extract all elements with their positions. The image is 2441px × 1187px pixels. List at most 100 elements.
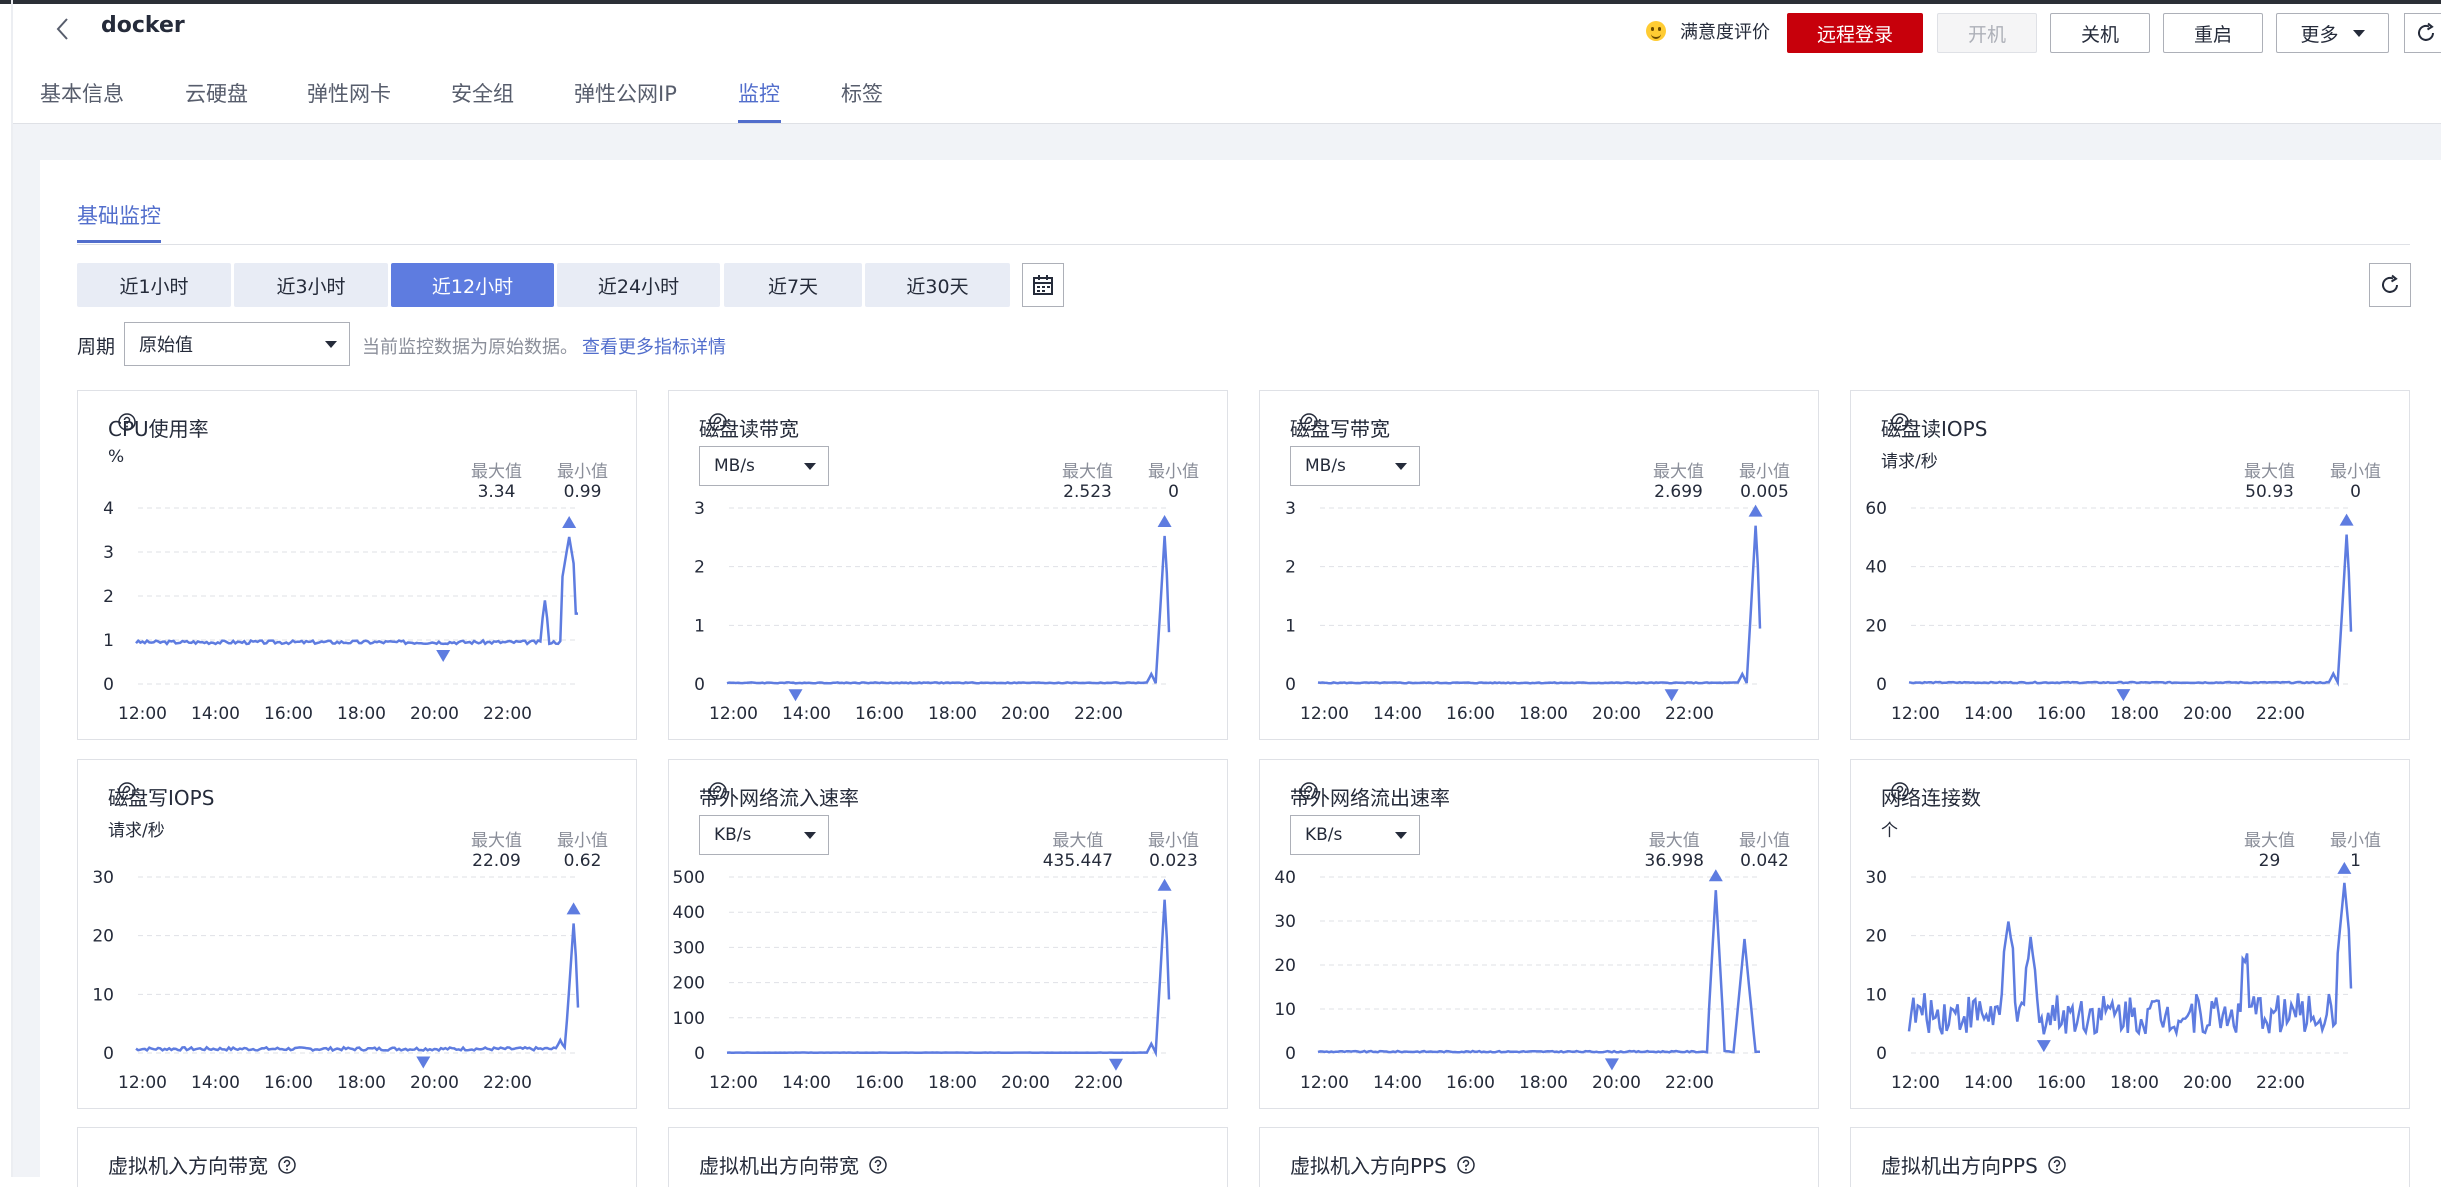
min-marker: [436, 649, 451, 662]
y-tick-label: 10: [1274, 1000, 1296, 1020]
chevron-down-icon: [2352, 29, 2365, 37]
x-tick-label: 18:00: [1519, 1073, 1568, 1093]
panel-title-text: 虚拟机入方向带宽: [108, 1154, 268, 1178]
panel-title-text: 虚拟机入方向PPS: [1290, 1154, 1447, 1178]
back-arrow-icon[interactable]: [52, 15, 76, 43]
subtab-basic-monitoring[interactable]: 基础监控: [77, 200, 161, 230]
series-line: [1317, 525, 1762, 685]
help-icon[interactable]: [278, 1155, 296, 1174]
x-tick-label: 16:00: [855, 704, 904, 724]
min-marker: [1664, 689, 1679, 702]
series-line: [726, 535, 1171, 685]
window-top-edge: [0, 0, 2441, 4]
y-tick-label: 0: [103, 675, 114, 695]
x-tick-label: 14:00: [1964, 1073, 2013, 1093]
x-tick-label: 16:00: [2037, 1073, 2086, 1093]
refresh-top-button[interactable]: [2404, 13, 2441, 53]
calendar-button[interactable]: [1022, 263, 1064, 307]
x-tick-label: 14:00: [191, 704, 240, 724]
start-button[interactable]: 开机: [1937, 13, 2037, 53]
y-tick-label: 10: [1865, 985, 1887, 1005]
tab-security-group[interactable]: 安全组: [451, 78, 514, 108]
x-tick-label: 12:00: [1891, 1073, 1940, 1093]
y-tick-label: 20: [1274, 956, 1296, 976]
y-tick-label: 200: [673, 974, 705, 994]
x-tick-label: 14:00: [191, 1073, 240, 1093]
x-tick-label: 12:00: [118, 704, 167, 724]
shutdown-button[interactable]: 关机: [2050, 13, 2150, 53]
panel-vm-inbound-bandwidth: 虚拟机入方向带宽: [77, 1127, 637, 1187]
metric-panel: CPU使用率% 最大值 3.34 最小值 0.99 0 1 2 3 4 12:00 14:00 16:0…: [77, 390, 637, 740]
max-marker: [1157, 514, 1172, 527]
remote-login-button[interactable]: 远程登录: [1787, 13, 1923, 53]
y-tick-label: 3: [694, 499, 705, 519]
x-tick-label: 16:00: [264, 704, 313, 724]
help-icon[interactable]: [1457, 1155, 1475, 1174]
help-icon[interactable]: [869, 1155, 887, 1174]
tab-monitoring[interactable]: 监控: [738, 78, 780, 108]
y-tick-label: 400: [673, 903, 705, 923]
y-tick-label: 2: [694, 558, 705, 578]
x-tick-label: 20:00: [410, 704, 459, 724]
y-tick-label: 0: [103, 1044, 114, 1064]
y-tick-label: 20: [1865, 927, 1887, 947]
x-tick-label: 20:00: [1001, 704, 1050, 724]
help-icon[interactable]: [2048, 1155, 2066, 1174]
panel-title: 虚拟机出方向带宽: [699, 1150, 887, 1179]
y-tick-label: 500: [673, 868, 705, 888]
y-tick-label: 1: [694, 616, 705, 636]
x-tick-label: 22:00: [2256, 1073, 2305, 1093]
min-marker: [1108, 1058, 1123, 1071]
restart-button[interactable]: 重启: [2163, 13, 2263, 53]
chevron-down-icon: [325, 341, 337, 348]
satisfaction-link[interactable]: 满意度评价: [1646, 18, 1770, 44]
tab-elastic-ip[interactable]: 弹性公网IP: [574, 78, 677, 108]
line-chart: 0 1 2 3 12:00 14:00 16:00 18:00 20:00 22:00: [694, 499, 1172, 724]
x-tick-label: 18:00: [928, 704, 977, 724]
range-30d-button[interactable]: 近30天: [865, 263, 1010, 307]
x-tick-label: 16:00: [264, 1073, 313, 1093]
series-line: [1317, 890, 1760, 1054]
range-7d-button[interactable]: 近7天: [724, 263, 862, 307]
tab-cloud-disk[interactable]: 云硬盘: [185, 78, 248, 108]
x-tick-label: 22:00: [1074, 704, 1123, 724]
y-tick-label: 20: [92, 927, 114, 947]
period-value: 原始值: [139, 335, 193, 356]
metric-panel: 网络连接数个最大值 29 最小值 1 0 10 20 30 12:00 14:00 16:00 18:…: [1850, 759, 2410, 1109]
range-3h-button[interactable]: 近3小时: [234, 263, 388, 307]
tab-basic-info[interactable]: 基本信息: [40, 78, 124, 108]
line-chart: 0 1 2 3 12:00 14:00 16:00 18:00 20:00 22:00: [1285, 499, 1763, 724]
panel-title: 虚拟机入方向带宽: [108, 1150, 296, 1179]
max-marker: [2337, 861, 2352, 874]
panel-title-text: 虚拟机出方向PPS: [1881, 1154, 2038, 1178]
x-tick-label: 22:00: [483, 1073, 532, 1093]
more-metrics-link[interactable]: 查看更多指标详情: [582, 333, 726, 359]
tab-tags[interactable]: 标签: [841, 78, 883, 108]
x-tick-label: 12:00: [1300, 704, 1349, 724]
range-12h-button[interactable]: 近12小时: [391, 263, 554, 307]
y-tick-label: 30: [92, 868, 114, 888]
max-marker: [562, 516, 577, 529]
subtab-indicator: [77, 240, 161, 243]
satisfaction-label: 满意度评价: [1680, 22, 1770, 43]
metric-panel: 磁盘写IOPS 请求/秒 最大值 22.09 最小值 0.62 0 10 20 30 12:00 14…: [77, 759, 637, 1109]
y-tick-label: 30: [1865, 868, 1887, 888]
y-tick-label: 30: [1274, 912, 1296, 932]
x-tick-label: 18:00: [2110, 1073, 2159, 1093]
y-tick-label: 3: [1285, 499, 1296, 519]
series-line: [135, 536, 578, 646]
y-tick-label: 0: [1285, 675, 1296, 695]
period-label: 周期: [77, 336, 116, 358]
panel-title: 虚拟机出方向PPS: [1881, 1150, 2066, 1179]
smile-icon: [1646, 21, 1666, 41]
refresh-button[interactable]: [2369, 263, 2411, 307]
max-marker: [1708, 869, 1723, 882]
tab-elastic-nic[interactable]: 弹性网卡: [307, 78, 391, 108]
x-tick-label: 12:00: [1300, 1073, 1349, 1093]
range-24h-button[interactable]: 近24小时: [557, 263, 720, 307]
x-tick-label: 12:00: [709, 1073, 758, 1093]
series-line: [1908, 534, 2353, 687]
period-select[interactable]: 原始值: [124, 322, 350, 366]
range-1h-button[interactable]: 近1小时: [77, 263, 231, 307]
more-button[interactable]: 更多: [2276, 13, 2389, 53]
